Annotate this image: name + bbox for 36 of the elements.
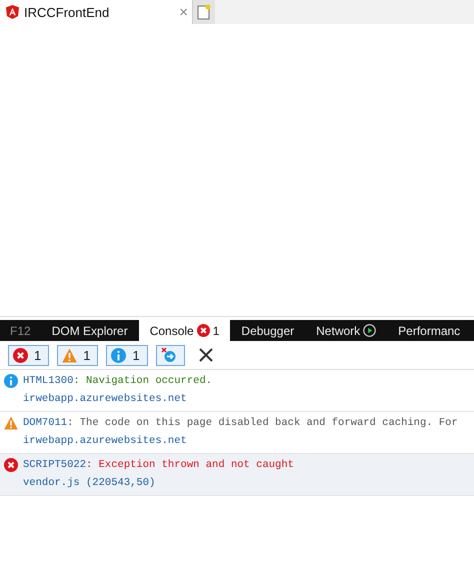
message-code[interactable]: HTML1300 [23,372,74,390]
error-icon [4,458,18,472]
info-icon [4,374,18,388]
devtools-tab[interactable]: Network [305,320,388,341]
clear-on-navigate-icon [160,347,177,363]
error-count: 1 [212,324,220,338]
tab-title: IRCCFrontEnd [24,4,110,20]
devtools-tab[interactable]: DOM Explorer [40,320,139,341]
devtools-tab[interactable]: Performanc [387,320,460,341]
new-page-icon [197,4,211,20]
source-link[interactable]: irwebapp.azurewebsites.net [23,432,187,450]
error-icon [196,324,210,337]
source-link[interactable]: irwebapp.azurewebsites.net [23,390,187,408]
close-tab-button[interactable]: × [179,4,188,20]
browser-tab[interactable]: IRCCFrontEnd × [0,0,192,24]
info-icon [111,348,126,362]
clear-console-button[interactable] [196,346,215,364]
message-text: : The code on this page disabled back and forward caching. For [67,416,458,431]
message-text: : Navigation occurred. [73,374,212,389]
message-code[interactable]: SCRIPT5022 [23,456,86,474]
filter-button[interactable]: 1 [8,344,50,366]
error-icon [13,348,28,362]
warning-icon [62,348,78,362]
clear-on-navigate-button[interactable] [156,344,185,366]
warning-icon [4,416,18,430]
shield-logo-icon [6,5,19,19]
filter-button[interactable]: 1 [106,344,148,366]
source-link[interactable]: vendor.js (220543,50) [23,474,156,492]
new-tab-button[interactable] [192,0,215,24]
f12-label: F12 [9,322,32,340]
devtools-tab[interactable]: Console 1 [138,320,230,341]
message-code[interactable]: DOM7011 [23,414,68,432]
play-icon [363,324,376,337]
filter-button[interactable]: 1 [57,344,98,366]
devtools-tab[interactable]: Debugger [230,320,306,341]
message-text: : Exception thrown and not caught [86,458,294,473]
